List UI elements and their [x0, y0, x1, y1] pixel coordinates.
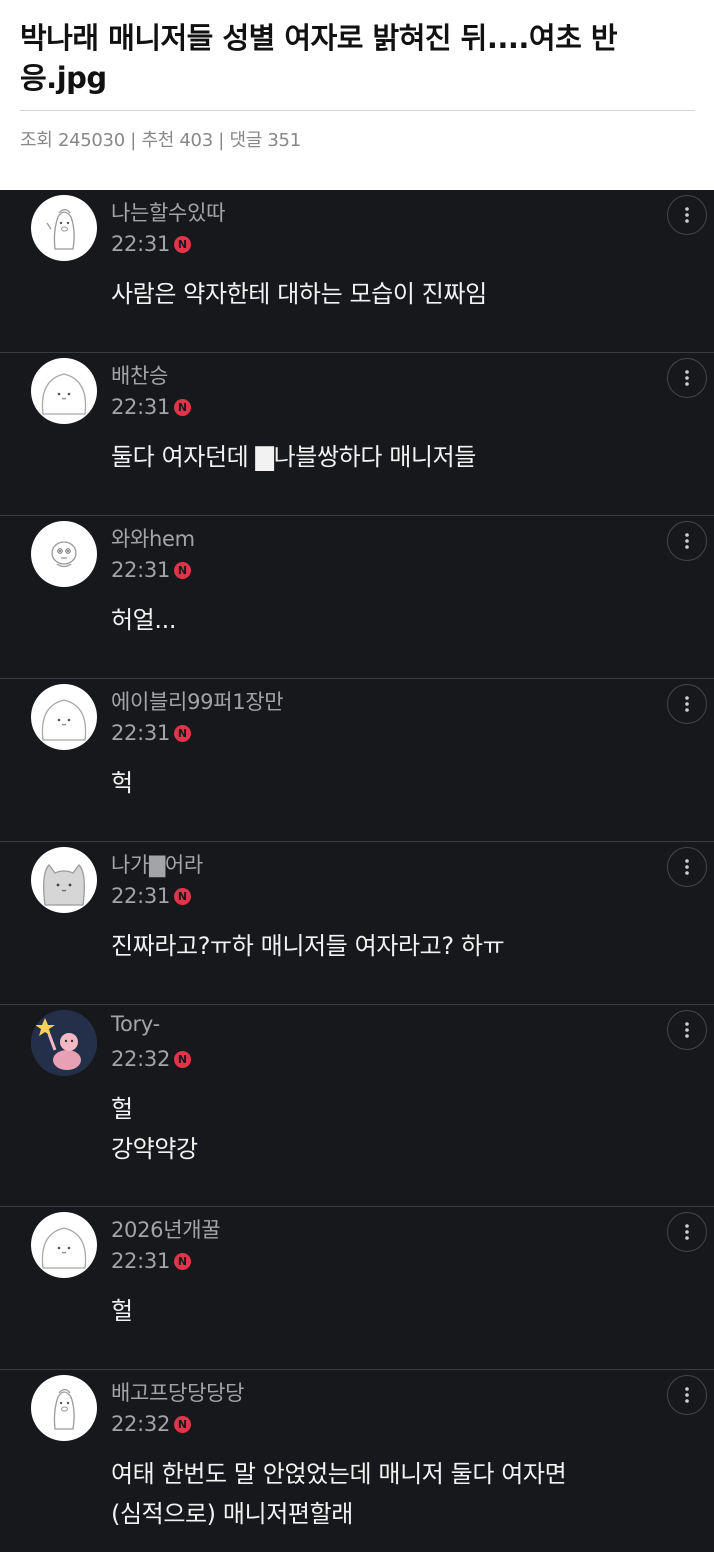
more-vertical-icon	[685, 1387, 689, 1403]
blob-avatar[interactable]	[31, 358, 97, 424]
title-divider	[20, 110, 695, 111]
more-vertical-icon	[685, 696, 689, 712]
comment-meta: 22:31 N	[111, 393, 192, 421]
comment-time: 22:31	[111, 1249, 171, 1273]
comment-meta: 22:31 N	[111, 556, 192, 584]
comment-meta: 22:31 N	[111, 1247, 192, 1275]
comment-item: 나가▇어라 22:31 N 진짜라고?ㅠ하 매니저들 여자라고? 하ㅠ	[0, 842, 714, 1005]
comment-time: 22:31	[111, 232, 171, 256]
more-options-button[interactable]	[667, 1010, 707, 1050]
comment-item: 배찬승 22:31 N 둘다 여자던데 ▇나블쌍하다 매니저들	[0, 353, 714, 516]
more-options-button[interactable]	[667, 684, 707, 724]
comment-time: 22:31	[111, 721, 171, 745]
comment-text: 헉	[111, 769, 133, 797]
comment-text: 헐 강약약강	[111, 1095, 198, 1163]
more-options-button[interactable]	[667, 1212, 707, 1252]
comment-text: 허얼...	[111, 606, 177, 634]
comment-item: 에이블리99퍼1장만 22:31 N 헉	[0, 679, 714, 842]
more-options-button[interactable]	[667, 358, 707, 398]
more-vertical-icon	[685, 1224, 689, 1240]
comment-time: 22:32	[111, 1047, 171, 1071]
penguin-avatar[interactable]	[31, 195, 97, 261]
comment-nickname[interactable]: Tory-	[111, 1012, 160, 1036]
new-badge-icon: N	[174, 561, 192, 579]
new-badge-icon: N	[174, 1415, 192, 1433]
comment-nickname[interactable]: 나가▇어라	[111, 849, 203, 879]
more-vertical-icon	[685, 533, 689, 549]
comment-text: 헐	[111, 1297, 133, 1325]
comment-text: 여태 한번도 말 안얹었는데 매니저 둘다 여자면 (심적으로) 매니저편할래	[111, 1460, 567, 1528]
comment-list: 나는할수있따 22:31 N 사람은 약자한테 대하는 모습이 진짜임 배찬승 …	[0, 190, 714, 1552]
more-options-button[interactable]	[667, 195, 707, 235]
comment-item: Tory- 22:32 N 헐 강약약강	[0, 1005, 714, 1207]
comment-meta: 22:31 N	[111, 719, 192, 747]
more-options-button[interactable]	[667, 521, 707, 561]
penguin-avatar[interactable]	[31, 1375, 97, 1441]
blob-avatar[interactable]	[31, 1212, 97, 1278]
comment-meta: 22:32 N	[111, 1045, 192, 1073]
blob-avatar[interactable]	[31, 684, 97, 750]
comment-meta: 22:31 N	[111, 882, 192, 910]
more-vertical-icon	[685, 370, 689, 386]
new-badge-icon: N	[174, 724, 192, 742]
comment-item: 배고프당당당당 22:32 N 여태 한번도 말 안얹었는데 매니저 둘다 여자…	[0, 1370, 714, 1552]
comment-text: 사람은 약자한테 대하는 모습이 진짜임	[111, 280, 487, 308]
more-vertical-icon	[685, 859, 689, 875]
comment-nickname[interactable]: 2026년개꿀	[111, 1214, 221, 1244]
new-badge-icon: N	[174, 235, 192, 253]
more-vertical-icon	[685, 1022, 689, 1038]
comment-time: 22:31	[111, 558, 171, 582]
new-badge-icon: N	[174, 887, 192, 905]
new-badge-icon: N	[174, 398, 192, 416]
comment-text: 진짜라고?ㅠ하 매니저들 여자라고? 하ㅠ	[111, 932, 505, 960]
comment-item: 나는할수있따 22:31 N 사람은 약자한테 대하는 모습이 진짜임	[0, 190, 714, 353]
comment-nickname[interactable]: 나는할수있따	[111, 197, 225, 227]
comment-time: 22:32	[111, 1412, 171, 1436]
cat-avatar[interactable]	[31, 847, 97, 913]
comment-nickname[interactable]: 에이블리99퍼1장만	[111, 686, 284, 716]
comment-meta: 22:32 N	[111, 1410, 192, 1438]
comment-nickname[interactable]: 배찬승	[111, 360, 168, 390]
more-vertical-icon	[685, 207, 689, 223]
comment-time: 22:31	[111, 884, 171, 908]
comment-item: 2026년개꿀 22:31 N 헐	[0, 1207, 714, 1370]
character-avatar[interactable]	[31, 521, 97, 587]
comment-item: 와와hem 22:31 N 허얼...	[0, 516, 714, 679]
comment-text: 둘다 여자던데 ▇나블쌍하다 매니저들	[111, 443, 476, 471]
more-options-button[interactable]	[667, 1375, 707, 1415]
more-options-button[interactable]	[667, 847, 707, 887]
post-title: 박나래 매니저들 성별 여자로 밝혀진 뒤....여초 반응.jpg	[20, 21, 618, 95]
comment-nickname[interactable]: 와와hem	[111, 523, 195, 553]
comment-meta: 22:31 N	[111, 230, 192, 258]
star-avatar[interactable]	[31, 1010, 97, 1076]
new-badge-icon: N	[174, 1050, 192, 1068]
new-badge-icon: N	[174, 1252, 192, 1270]
comment-time: 22:31	[111, 395, 171, 419]
comment-nickname[interactable]: 배고프당당당당	[111, 1377, 244, 1407]
post-meta: 조회 245030 | 추천 403 | 댓글 351	[20, 130, 301, 151]
post-header: 박나래 매니저들 성별 여자로 밝혀진 뒤....여초 반응.jpg 조회 24…	[0, 0, 714, 190]
